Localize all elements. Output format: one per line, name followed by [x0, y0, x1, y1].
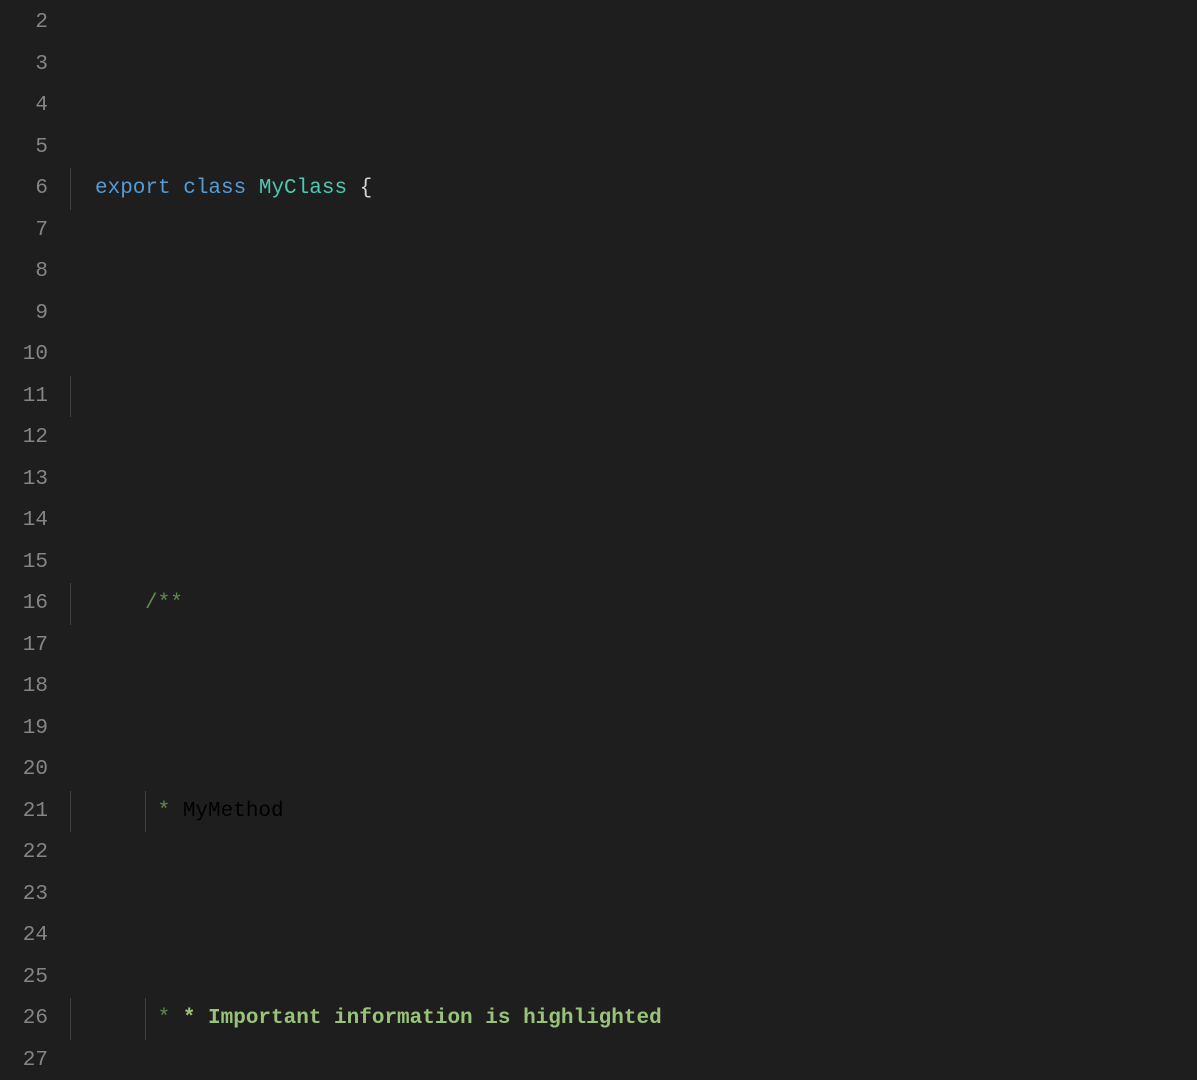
line-number: 18 [0, 666, 48, 708]
line-number: 13 [0, 459, 48, 501]
token-keyword: class [171, 177, 259, 200]
line-number: 12 [0, 417, 48, 459]
line-number: 9 [0, 293, 48, 335]
line-number: 4 [0, 85, 48, 127]
code-line[interactable] [70, 376, 1197, 418]
line-number: 21 [0, 791, 48, 833]
line-number: 20 [0, 749, 48, 791]
token-doc-text: MyMethod [183, 800, 284, 823]
line-number: 27 [0, 1040, 48, 1080]
line-number: 17 [0, 625, 48, 667]
line-number: 8 [0, 251, 48, 293]
code-line[interactable]: export class MyClass { [70, 168, 1197, 210]
code-editor[interactable]: 2 3 4 5 6 7 8 9 10 11 12 13 14 15 16 17 … [0, 0, 1197, 1080]
token-keyword: export [95, 177, 171, 200]
code-line[interactable]: * MyMethod [70, 791, 1197, 833]
line-number-gutter: 2 3 4 5 6 7 8 9 10 11 12 13 14 15 16 17 … [0, 0, 70, 1080]
line-number: 22 [0, 832, 48, 874]
code-line[interactable]: /** [70, 583, 1197, 625]
line-number: 2 [0, 2, 48, 44]
line-number: 26 [0, 998, 48, 1040]
line-number: 23 [0, 874, 48, 916]
line-number: 10 [0, 334, 48, 376]
line-number: 25 [0, 957, 48, 999]
token-classname: MyClass [259, 177, 347, 200]
token-doc-star: * [145, 800, 183, 823]
line-number: 11 [0, 376, 48, 418]
token-comment-highlight: * Important information is highlighted [183, 1007, 662, 1030]
token-doc-open: /** [145, 592, 183, 615]
code-line[interactable]: * * Important information is highlighted [70, 998, 1197, 1040]
line-number: 6 [0, 168, 48, 210]
token-doc-star: * [145, 1007, 183, 1030]
token-brace: { [347, 177, 372, 200]
line-number: 15 [0, 542, 48, 584]
line-number: 7 [0, 210, 48, 252]
line-number: 14 [0, 500, 48, 542]
line-number: 5 [0, 127, 48, 169]
line-number: 16 [0, 583, 48, 625]
line-number: 3 [0, 44, 48, 86]
line-number: 19 [0, 708, 48, 750]
code-area[interactable]: export class MyClass { /** * MyMethod * … [70, 0, 1197, 1080]
line-number: 24 [0, 915, 48, 957]
